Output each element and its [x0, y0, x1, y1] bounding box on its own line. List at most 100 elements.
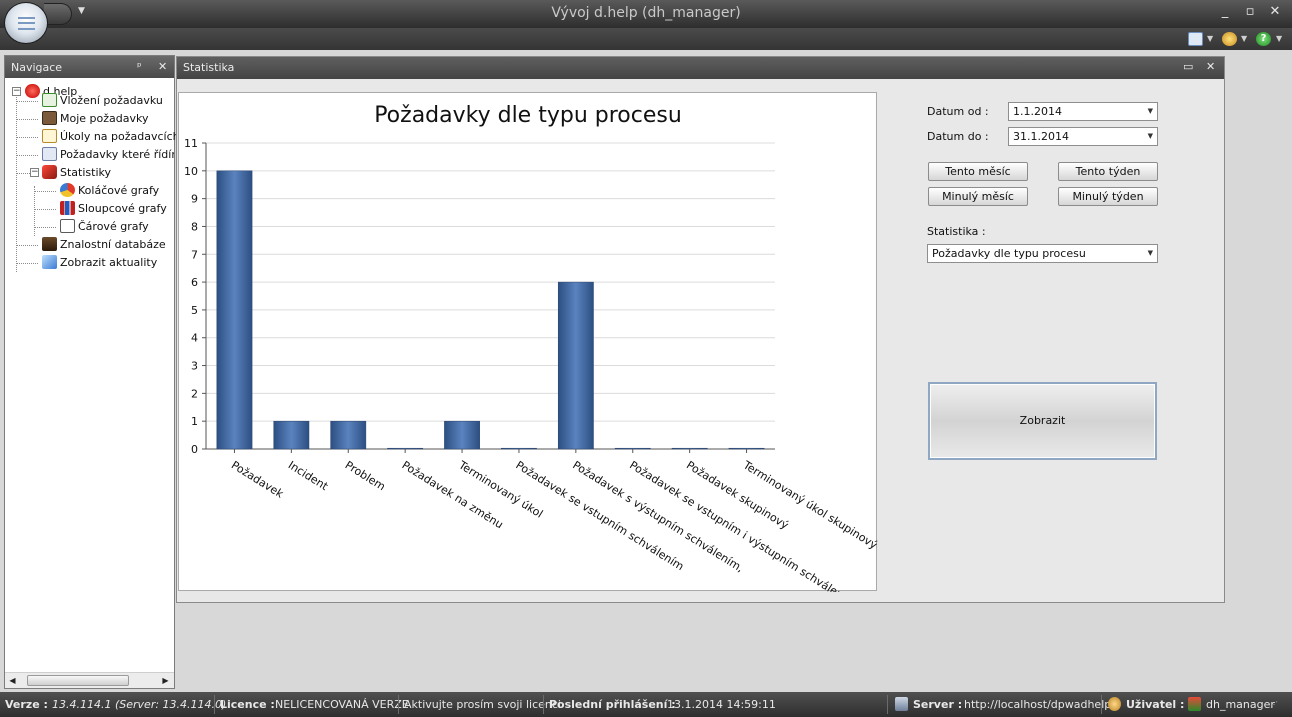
this-month-button[interactable]: Tento měsíc [928, 162, 1028, 181]
user-icon [1108, 697, 1121, 711]
close-button[interactable]: ✕ [1266, 4, 1284, 19]
theme-icon[interactable] [1222, 32, 1237, 46]
calendar-icon[interactable] [1188, 32, 1203, 46]
help-dropdown-icon[interactable]: ▼ [1276, 34, 1282, 43]
status-separator [398, 695, 399, 714]
app-menu-icon [18, 17, 35, 30]
bar [671, 447, 708, 450]
theme-dropdown-icon[interactable]: ▼ [1241, 34, 1247, 43]
line-chart-icon [60, 219, 75, 233]
tree-line [34, 186, 35, 236]
chevron-down-icon[interactable]: ▼ [1148, 132, 1153, 140]
add-request-icon [42, 93, 57, 107]
document-close-icon[interactable]: ✕ [1206, 60, 1215, 73]
navigation-horizontal-scrollbar[interactable]: ◀ ▶ [5, 672, 174, 688]
sidebar-item-pozadavky-ktere-ridim[interactable]: Požadavky které řídím [42, 146, 174, 164]
sidebar-item-znalostni-databaze[interactable]: Znalostní databáze [42, 236, 166, 254]
this-week-button[interactable]: Tento týden [1058, 162, 1158, 181]
navigation-close-icon[interactable]: ✕ [158, 60, 167, 73]
date-to-value: 31.1.2014 [1013, 130, 1069, 143]
licence-label: Licence : [220, 698, 275, 711]
bar-chart: Požadavky dle typu procesu 0 1 2 3 4 5 6 7 8 9 10 11… [184, 103, 878, 592]
chevron-down-icon[interactable]: ▼ [1148, 249, 1153, 257]
statistics-collapse-icon[interactable]: − [30, 168, 39, 177]
last-login-value: 13.1.2014 14:59:11 [667, 698, 776, 711]
navigation-header: Navigace ᵖ ✕ [5, 56, 174, 78]
maximize-button[interactable]: ▫ [1241, 4, 1259, 19]
window-title: Vývoj d.help (dh_manager) [551, 5, 741, 21]
last-week-button[interactable]: Minulý týden [1058, 187, 1158, 206]
title-bar: ▼ Vývoj d.help (dh_manager) _ ▫ ✕ [0, 0, 1292, 28]
statistic-value: Požadavky dle typu procesu [932, 247, 1086, 260]
last-login-label: Poslední přihlášení : [549, 698, 676, 711]
x-tick-label: Požadavek [229, 459, 286, 502]
chevron-down-icon[interactable]: ▼ [1148, 107, 1153, 115]
bar [728, 447, 765, 450]
chart-area: Požadavky dle typu procesu 0 1 2 3 4 5 6 7 8 9 10 11… [178, 92, 878, 592]
calendar-dropdown-icon[interactable]: ▼ [1207, 34, 1213, 43]
scroll-right-icon[interactable]: ▶ [160, 675, 171, 686]
scrollbar-thumb[interactable] [27, 675, 129, 686]
tree-line [34, 191, 56, 192]
x-tick-label: Požadavek na změnu [400, 459, 506, 532]
sidebar-item-sloupcove-grafy[interactable]: Sloupcové grafy [60, 200, 167, 218]
activate-licence-link[interactable]: Aktivujte prosím svoji licenci [404, 698, 561, 711]
pin-icon[interactable]: ᵖ [137, 60, 142, 73]
help-icon[interactable]: ? [1256, 32, 1271, 46]
show-button[interactable]: Zobrazit [928, 382, 1157, 460]
last-month-button[interactable]: Minulý měsíc [928, 187, 1028, 206]
date-from-label: Datum od : [927, 105, 989, 118]
tree-line [16, 119, 38, 120]
y-tick-label: 0 [191, 443, 198, 456]
date-to-picker[interactable]: 31.1.2014 ▼ [1008, 127, 1158, 146]
minimize-button[interactable]: _ [1216, 4, 1234, 19]
sidebar-item-ukoly-na-pozadavcich[interactable]: Úkoly na požadavcích [42, 128, 180, 146]
user-value: dh_manager [1206, 698, 1275, 711]
sidebar-item-kolacove-grafy[interactable]: Koláčové grafy [60, 182, 159, 200]
resize-grip-icon[interactable]: ⋰ [1270, 700, 1278, 709]
status-separator [887, 695, 888, 714]
y-tick-label: 10 [184, 165, 198, 178]
sidebar-item-statistiky[interactable]: Statistiky [42, 164, 111, 182]
date-to-label: Datum do : [927, 130, 989, 143]
bar [614, 447, 651, 450]
user-label: Uživatel : [1126, 698, 1185, 711]
sidebar-item-carove-grafy[interactable]: Čárové grafy [60, 218, 149, 236]
status-separator [1101, 695, 1102, 714]
tree-line [16, 155, 38, 156]
statistics-window: Statistika ▭ ✕ Požadavky dle typu proces… [176, 56, 1225, 603]
bar [216, 170, 253, 450]
sidebar-item-moje-pozadavky[interactable]: Moje požadavky [42, 110, 149, 128]
x-tick-label: Požadavek skupinový [684, 459, 791, 533]
y-tick-label: 8 [191, 220, 198, 233]
tree-line [16, 137, 38, 138]
y-tick-label: 6 [191, 276, 198, 289]
scroll-left-icon[interactable]: ◀ [7, 675, 18, 686]
statistics-icon [42, 165, 57, 179]
chart-title: Požadavky dle typu procesu [374, 103, 682, 128]
bar [330, 420, 367, 450]
restore-icon[interactable]: ▭ [1183, 60, 1193, 73]
tree-collapse-icon[interactable]: − [12, 87, 21, 96]
sidebar-item-zobrazit-aktuality[interactable]: Zobrazit aktuality [42, 254, 157, 272]
status-separator [214, 695, 215, 714]
navigation-tree: − d.help Vložení požadavku Moje požadavk… [5, 78, 180, 666]
licence-value: NELICENCOVANÁ VERZE [275, 698, 409, 711]
statistics-title: Statistika [183, 61, 235, 74]
knowledge-base-icon [42, 237, 57, 251]
tasks-icon [42, 129, 57, 143]
bar [557, 281, 594, 450]
y-tick-label: 5 [191, 304, 198, 317]
managed-requests-icon [42, 147, 57, 161]
x-tick-label: Incident [286, 459, 331, 494]
date-from-picker[interactable]: 1.1.2014 ▼ [1008, 102, 1158, 121]
y-tick-label: 11 [184, 137, 198, 150]
my-requests-icon [42, 111, 57, 125]
tree-line [16, 245, 38, 246]
application-menu-button[interactable] [4, 2, 48, 44]
sidebar-item-vlozeni-pozadavku[interactable]: Vložení požadavku [42, 92, 163, 110]
y-tick-label: 9 [191, 193, 198, 206]
status-bar: Verze : 13.4.114.1 (Server: 13.4.114.0) … [0, 692, 1292, 717]
user-logout-icon[interactable] [1188, 697, 1201, 711]
statistic-select[interactable]: Požadavky dle typu procesu ▼ [927, 244, 1158, 263]
